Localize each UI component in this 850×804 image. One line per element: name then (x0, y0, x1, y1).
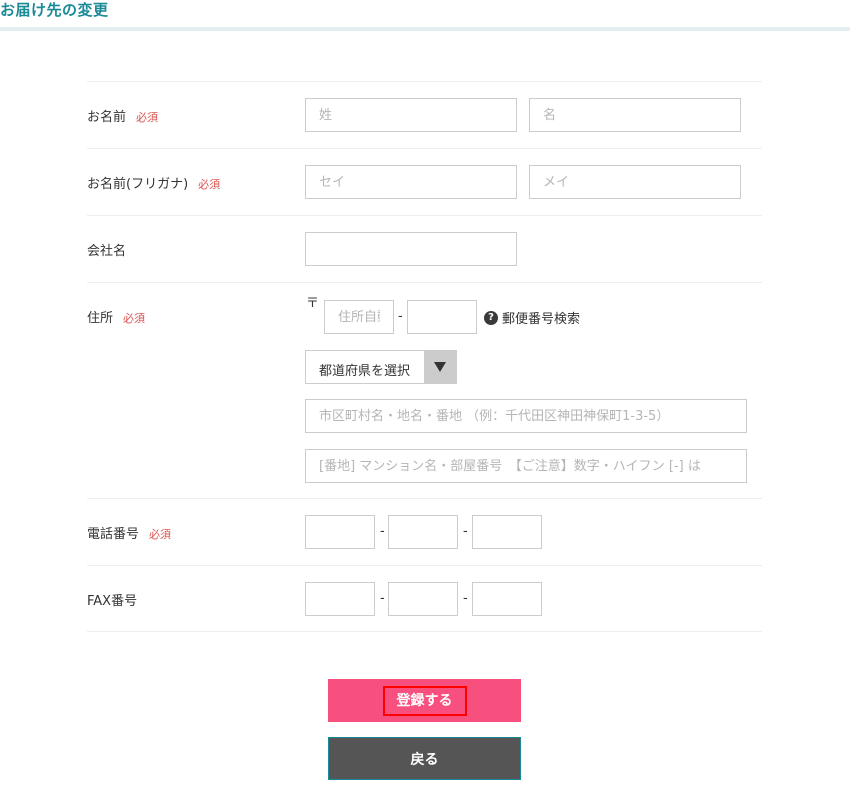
address-line1-input[interactable] (305, 399, 747, 433)
fax1-input[interactable] (305, 582, 375, 616)
question-circle-icon: ? (484, 310, 498, 325)
page-title: お届け先の変更 (0, 1, 109, 19)
fax-label: FAX番号 (87, 594, 138, 609)
zip1-input[interactable] (324, 300, 394, 334)
zip-search-link[interactable]: ? 郵便番号検索 (484, 308, 580, 327)
phone1-input[interactable] (305, 515, 375, 549)
required-badge: 必須 (198, 178, 221, 191)
address-form: お名前必須 お名前(フリガナ)必須 会社名 住所必須 〒 - ? 郵便番号検索 … (87, 81, 762, 632)
phone3-input[interactable] (472, 515, 542, 549)
fax-dash: - (380, 591, 385, 606)
prefecture-select[interactable]: 都道府県を選択 (305, 350, 457, 384)
required-badge: 必須 (149, 528, 172, 541)
back-button[interactable]: 戻る (328, 737, 521, 780)
row-kana: お名前(フリガナ) 必須 (87, 148, 762, 215)
dropdown-arrow-icon (424, 351, 456, 383)
first-name-input[interactable] (529, 98, 741, 132)
fax3-input[interactable] (472, 582, 542, 616)
postal-mark: 〒 (306, 296, 320, 311)
address-label: 住所 必須 (87, 311, 146, 326)
phone-dash: - (463, 524, 468, 539)
required-badge: 必須 (136, 111, 159, 124)
company-input[interactable] (305, 232, 517, 266)
fax2-input[interactable] (388, 582, 458, 616)
last-name-kana-input[interactable] (305, 165, 517, 199)
phone-dash: - (380, 524, 385, 539)
register-button[interactable]: 登録する (328, 679, 521, 722)
company-label: 会社名 (87, 244, 127, 259)
fax-dash: - (463, 591, 468, 606)
name-label: お名前 必須 (87, 110, 159, 125)
row-phone: 電話番号 必須 - - (87, 498, 762, 565)
last-name-input[interactable] (305, 98, 517, 132)
zip2-input[interactable] (407, 300, 477, 334)
row-fax: FAX番号 - - (87, 565, 762, 632)
row-name: お名前 必須 (87, 81, 762, 148)
required-badge: 必須 (123, 312, 146, 325)
row-company: 会社名 (87, 215, 762, 282)
row-address: 住所必須 〒 - ? 郵便番号検索 都道府県を選択 (87, 282, 762, 498)
phone2-input[interactable] (388, 515, 458, 549)
title-divider (0, 27, 850, 31)
zip-dash: - (398, 309, 403, 324)
kana-label: お名前(フリガナ) 必須 (87, 177, 221, 192)
phone-label: 電話番号 必須 (87, 527, 172, 542)
first-name-kana-input[interactable] (529, 165, 741, 199)
address-line2-input[interactable] (305, 449, 747, 483)
